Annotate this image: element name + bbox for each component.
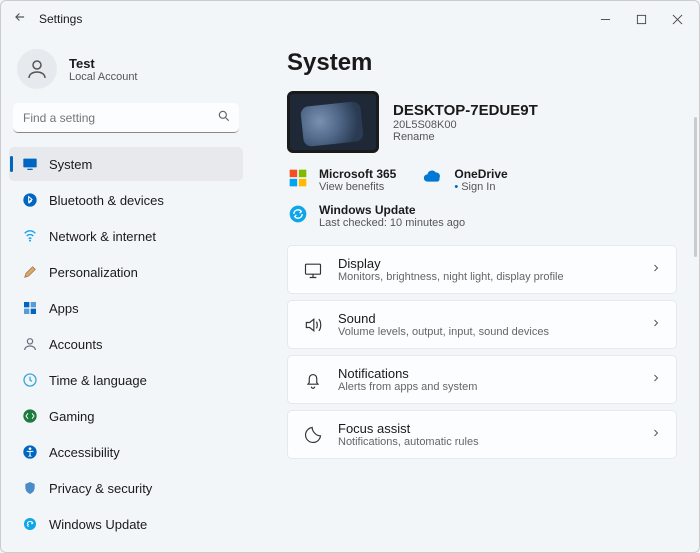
card-sub: Alerts from apps and system (338, 381, 477, 393)
time-language-icon (21, 371, 39, 389)
nav-item-gaming[interactable]: Gaming (9, 399, 243, 433)
chevron-right-icon (650, 371, 662, 389)
card-title: Sound (338, 311, 549, 326)
accessibility-icon (21, 443, 39, 461)
close-button[interactable] (659, 5, 695, 33)
update-sub: Last checked: 10 minutes ago (319, 217, 465, 229)
nav-label: Time & language (49, 373, 147, 388)
display-icon (302, 259, 324, 281)
search-input[interactable] (13, 103, 239, 133)
sound-icon (302, 314, 324, 336)
bluetooth-icon (21, 191, 39, 209)
card-title: Notifications (338, 366, 477, 381)
focus-assist-icon (302, 424, 324, 446)
nav-item-bluetooth[interactable]: Bluetooth & devices (9, 183, 243, 217)
chevron-right-icon (650, 261, 662, 279)
card-sub: Monitors, brightness, night light, displ… (338, 271, 564, 283)
windows-update-icon (21, 515, 39, 533)
nav-label: Gaming (49, 409, 95, 424)
nav-label: Accounts (49, 337, 102, 352)
titlebar: Settings (1, 1, 699, 37)
m365-sub: View benefits (319, 181, 396, 193)
device-image (287, 91, 379, 153)
nav-item-windows-update[interactable]: Windows Update (9, 507, 243, 541)
back-button[interactable] (5, 6, 35, 33)
nav-list: System Bluetooth & devices Network & int… (9, 147, 243, 541)
card-sub: Volume levels, output, input, sound devi… (338, 326, 549, 338)
device-name: DESKTOP-7EDUE9T (393, 102, 538, 119)
system-icon (21, 155, 39, 173)
update-title: Windows Update (319, 203, 465, 217)
nav-item-apps[interactable]: Apps (9, 291, 243, 325)
nav-item-network[interactable]: Network & internet (9, 219, 243, 253)
m365-title: Microsoft 365 (319, 167, 396, 181)
nav-label: Privacy & security (49, 481, 152, 496)
gaming-icon (21, 407, 39, 425)
microsoft-365-icon (287, 167, 309, 189)
nav-item-accessibility[interactable]: Accessibility (9, 435, 243, 469)
microsoft-365-tile[interactable]: Microsoft 365 View benefits (287, 167, 396, 193)
card-sub: Notifications, automatic rules (338, 436, 479, 448)
onedrive-icon (422, 167, 444, 189)
maximize-button[interactable] (623, 5, 659, 33)
user-profile[interactable]: Test Local Account (9, 43, 243, 103)
device-info: DESKTOP-7EDUE9T 20L5S08K00 Rename (287, 91, 677, 153)
search-box[interactable] (13, 103, 239, 133)
onedrive-sub: •Sign In (454, 181, 507, 193)
avatar-icon (17, 49, 57, 89)
personalization-icon (21, 263, 39, 281)
nav-label: Network & internet (49, 229, 156, 244)
nav-item-privacy[interactable]: Privacy & security (9, 471, 243, 505)
page-heading: System (287, 49, 677, 77)
windows-update-tile[interactable]: Windows Update Last checked: 10 minutes … (287, 203, 465, 229)
nav-item-personalization[interactable]: Personalization (9, 255, 243, 289)
search-icon (217, 109, 231, 128)
chevron-right-icon (650, 426, 662, 444)
network-icon (21, 227, 39, 245)
nav-label: Windows Update (49, 517, 147, 532)
card-title: Focus assist (338, 421, 479, 436)
minimize-button[interactable] (587, 5, 623, 33)
apps-icon (21, 299, 39, 317)
card-display[interactable]: Display Monitors, brightness, night ligh… (287, 245, 677, 294)
card-title: Display (338, 256, 564, 271)
accounts-icon (21, 335, 39, 353)
card-focus-assist[interactable]: Focus assist Notifications, automatic ru… (287, 410, 677, 459)
nav-item-accounts[interactable]: Accounts (9, 327, 243, 361)
rename-link[interactable]: Rename (393, 131, 538, 143)
user-account-type: Local Account (69, 71, 138, 83)
main-content: System DESKTOP-7EDUE9T 20L5S08K00 Rename… (251, 37, 699, 552)
chevron-right-icon (650, 316, 662, 334)
scrollbar[interactable] (694, 117, 697, 257)
nav-label: Accessibility (49, 445, 120, 460)
card-notifications[interactable]: Notifications Alerts from apps and syste… (287, 355, 677, 404)
nav-label: Apps (49, 301, 79, 316)
onedrive-tile[interactable]: OneDrive •Sign In (422, 167, 507, 193)
nav-item-system[interactable]: System (9, 147, 243, 181)
nav-item-time-language[interactable]: Time & language (9, 363, 243, 397)
notifications-icon (302, 369, 324, 391)
nav-label: Bluetooth & devices (49, 193, 164, 208)
card-sound[interactable]: Sound Volume levels, output, input, soun… (287, 300, 677, 349)
windows-update-status-icon (287, 203, 309, 225)
sidebar: Test Local Account System Bluetooth & de… (1, 37, 251, 552)
user-name: Test (69, 56, 138, 71)
privacy-icon (21, 479, 39, 497)
nav-label: Personalization (49, 265, 138, 280)
onedrive-title: OneDrive (454, 167, 507, 181)
device-model: 20L5S08K00 (393, 119, 538, 131)
nav-label: System (49, 157, 92, 172)
window-title: Settings (35, 12, 82, 26)
